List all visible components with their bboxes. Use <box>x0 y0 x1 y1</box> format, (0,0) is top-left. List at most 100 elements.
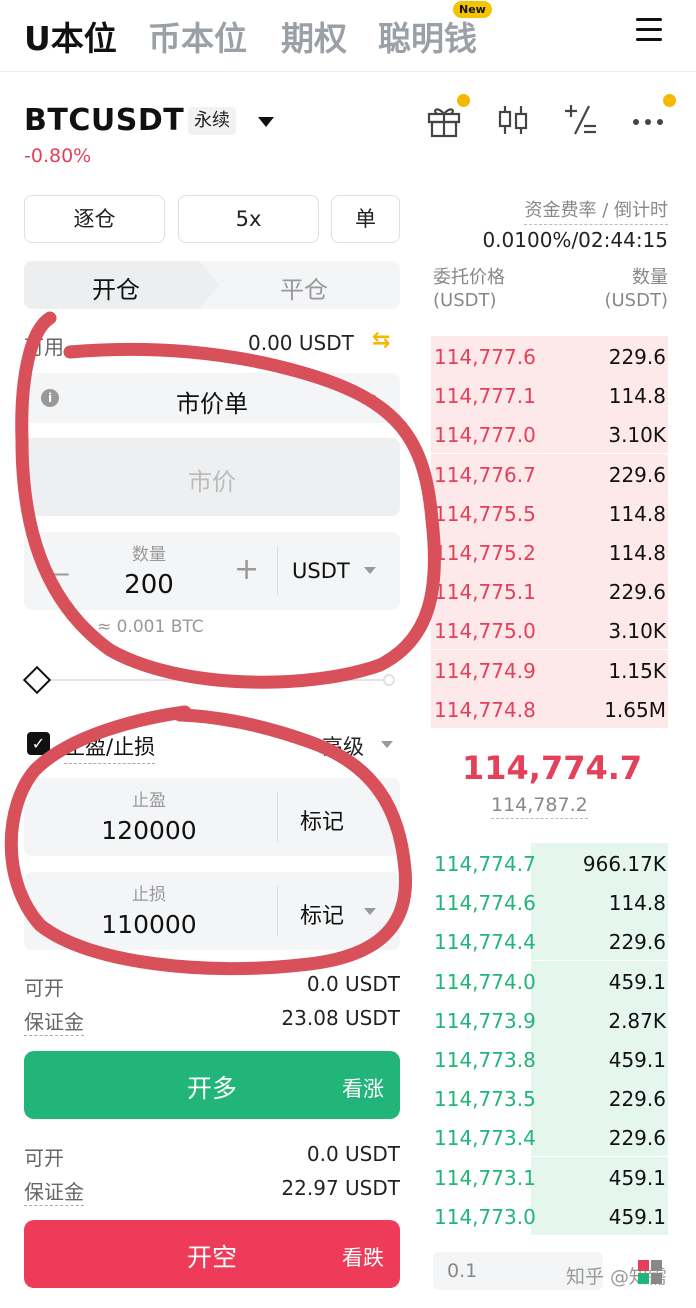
bid-qty: 459.1 <box>608 1048 666 1072</box>
quantity-input[interactable]: 200 <box>104 570 194 600</box>
ask-price: 114,774.9 <box>434 658 536 683</box>
open-long-sub: 看涨 <box>342 1077 384 1101</box>
take-profit-field[interactable]: 止盈 120000 标记 <box>24 778 400 856</box>
ask-row[interactable]: 114,775.0 3.10K <box>431 610 668 650</box>
ask-qty: 229.6 <box>608 345 666 369</box>
ask-row[interactable]: 114,777.1 114.8 <box>431 375 668 415</box>
ask-qty: 3.10K <box>608 619 666 644</box>
bid-row[interactable]: 114,773.4 229.6 <box>431 1117 668 1157</box>
orderbook-mode-icon[interactable] <box>636 1258 664 1286</box>
position-mode-button[interactable]: 单 <box>331 195 400 243</box>
order-type-label: 市价单 <box>176 390 248 418</box>
notification-dot <box>663 94 676 107</box>
calculator-icon[interactable] <box>561 100 601 140</box>
bid-row[interactable]: 114,773.8 459.1 <box>431 1039 668 1078</box>
available-label: 可用 <box>24 335 64 359</box>
divider <box>277 792 278 842</box>
bid-qty: 2.87K <box>608 1008 666 1033</box>
swap-icon[interactable]: ⇆ <box>372 328 390 353</box>
stop-loss-input[interactable]: 110000 <box>84 910 214 939</box>
open-long-button[interactable]: 开多 看涨 <box>24 1051 400 1119</box>
plus-icon[interactable]: + <box>234 552 259 587</box>
menu-icon[interactable] <box>636 18 664 44</box>
tab-smart-money[interactable]: 聪明钱 <box>378 12 477 60</box>
funding-rate-value: 0.0100%/02:44:15 <box>482 228 668 252</box>
price-placeholder: 市价 <box>188 468 236 496</box>
divider <box>277 546 278 596</box>
bid-qty: 229.6 <box>608 1087 666 1112</box>
ask-price: 114,776.7 <box>434 462 536 487</box>
orderbook-price-header: 委托价格 <box>433 267 505 288</box>
tab-close[interactable]: 平仓 <box>280 270 328 305</box>
bid-row[interactable]: 114,773.1 459.1 <box>431 1156 668 1196</box>
tab-open[interactable]: 开仓 <box>92 270 140 305</box>
ask-row[interactable]: 114,777.0 3.10K <box>431 414 668 454</box>
chevron-down-icon[interactable] <box>364 567 376 574</box>
chevron-down-icon[interactable] <box>381 741 393 748</box>
ask-price: 114,777.6 <box>434 345 536 369</box>
bid-row[interactable]: 114,773.0 459.1 <box>431 1195 668 1235</box>
orderbook-qty-unit: (USDT) <box>604 290 668 311</box>
bid-row[interactable]: 114,774.7 966.17K <box>431 843 668 882</box>
short-margin-label[interactable]: 保证金 <box>24 1176 84 1206</box>
bid-row[interactable]: 114,774.4 229.6 <box>431 921 668 961</box>
ask-row[interactable]: 114,774.8 1.65M <box>431 688 668 728</box>
bid-row[interactable]: 114,774.6 114.8 <box>431 882 668 922</box>
tpsl-label[interactable]: 止盈/止损 <box>64 731 156 764</box>
tab-coin-margined[interactable]: 币本位 <box>148 12 247 60</box>
leverage-slider-track[interactable] <box>50 679 390 681</box>
quantity-approx: ≈ 0.001 BTC <box>97 617 204 637</box>
gift-icon[interactable] <box>424 100 464 140</box>
ask-price: 114,777.1 <box>434 384 536 409</box>
tab-usdt-margined[interactable]: U本位 <box>24 12 117 60</box>
bid-qty: 966.17K <box>582 852 666 876</box>
minus-icon[interactable]: — <box>42 556 70 589</box>
margin-mode-button[interactable]: 逐仓 <box>24 195 165 243</box>
more-icon[interactable] <box>630 100 670 140</box>
bid-row[interactable]: 114,774.0 459.1 <box>431 960 668 1000</box>
ask-row[interactable]: 114,775.2 114.8 <box>431 532 668 571</box>
ask-row[interactable]: 114,775.5 114.8 <box>431 492 668 532</box>
precision-value: 0.1 <box>447 1260 478 1282</box>
ask-price: 114,775.1 <box>434 580 536 605</box>
ask-qty: 114.8 <box>608 541 666 565</box>
slider-handle[interactable] <box>22 665 52 695</box>
quantity-unit[interactable]: USDT <box>292 559 350 583</box>
ask-row[interactable]: 114,776.7 229.6 <box>431 453 668 493</box>
tab-options[interactable]: 期权 <box>281 12 347 60</box>
bid-row[interactable]: 114,773.5 229.6 <box>431 1078 668 1118</box>
ask-price: 114,775.2 <box>434 541 536 565</box>
chevron-down-icon[interactable] <box>258 117 274 127</box>
open-short-sub: 看跌 <box>342 1246 384 1270</box>
ask-row[interactable]: 114,777.6 229.6 <box>431 336 668 375</box>
take-profit-trigger[interactable]: 标记 <box>300 804 344 836</box>
contract-type-tag: 永续 <box>188 107 236 135</box>
ask-price: 114,775.5 <box>434 501 536 526</box>
tpsl-checkbox[interactable]: ✓ <box>27 732 50 755</box>
advanced-button[interactable]: 高级 <box>322 731 364 761</box>
stop-loss-label: 止损 <box>132 885 166 905</box>
quantity-stepper[interactable]: — 数量 200 + USDT <box>24 532 400 610</box>
bid-price: 114,773.9 <box>434 1008 536 1033</box>
take-profit-input[interactable]: 120000 <box>84 816 214 845</box>
bid-row[interactable]: 114,773.9 2.87K <box>431 999 668 1039</box>
open-short-button[interactable]: 开空 看跌 <box>24 1220 400 1288</box>
take-profit-label: 止盈 <box>132 791 166 811</box>
leverage-button[interactable]: 5x <box>178 195 319 243</box>
divider <box>277 886 278 936</box>
symbol-name[interactable]: BTCUSDT <box>24 103 184 138</box>
ask-row[interactable]: 114,775.1 229.6 <box>431 571 668 611</box>
stop-loss-trigger[interactable]: 标记 <box>300 898 344 930</box>
stop-loss-field[interactable]: 止损 110000 标记 <box>24 872 400 950</box>
slider-end-marker[interactable] <box>383 674 395 686</box>
last-price[interactable]: 114,774.7 <box>462 749 642 787</box>
funding-rate-label[interactable]: 资金费率 / 倒计时 <box>524 196 668 225</box>
chevron-down-icon[interactable] <box>364 908 376 915</box>
candlestick-icon[interactable] <box>493 100 533 140</box>
order-type-select[interactable]: i 市价单 <box>24 373 400 423</box>
long-margin-label[interactable]: 保证金 <box>24 1006 84 1036</box>
ask-row[interactable]: 114,774.9 1.15K <box>431 649 668 689</box>
mark-price[interactable]: 114,787.2 <box>491 794 588 819</box>
bid-qty: 459.1 <box>608 1165 666 1190</box>
ask-price: 114,777.0 <box>434 423 536 448</box>
